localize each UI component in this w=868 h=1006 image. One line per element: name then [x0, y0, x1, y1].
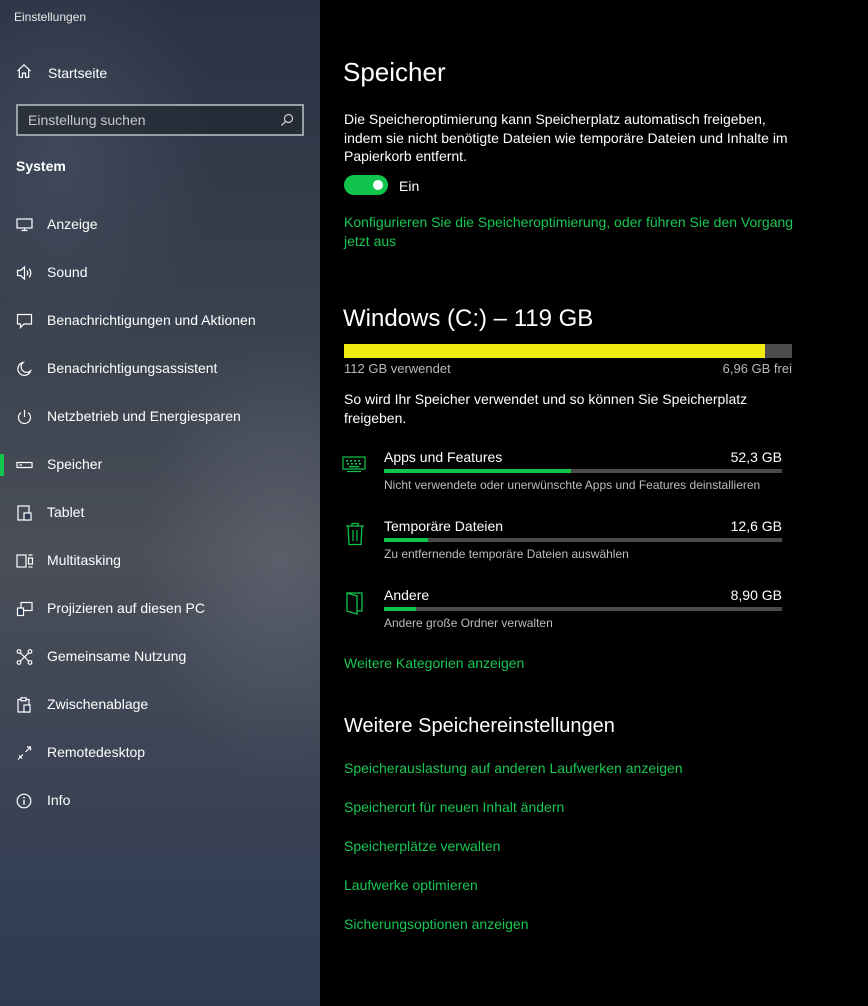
main-content: Speicher Die Speicheroptimierung kann Sp…: [320, 0, 868, 1006]
category-apps[interactable]: Apps und Features 52,3 GB Nicht verwende…: [342, 449, 782, 509]
category-usage-bar: [384, 607, 782, 611]
sidebar-item-remotedesktop[interactable]: Remotedesktop: [0, 729, 320, 777]
sidebar-item-label: Zwischenablage: [47, 696, 149, 712]
apps-keyboard-icon: [342, 455, 366, 478]
sidebar-item-gemeinsame-nutzung[interactable]: Gemeinsame Nutzung: [0, 633, 320, 681]
category-size: 52,3 GB: [730, 449, 782, 465]
optimize-drives-link[interactable]: Laufwerke optimieren: [344, 877, 683, 916]
drive-title: Windows (C:) – 119 GB: [343, 305, 594, 332]
sidebar-item-benachrichtigungsassistent[interactable]: Benachrichtigungsassistent: [0, 345, 320, 393]
sidebar-item-label: Info: [47, 792, 71, 808]
storage-sense-description: Die Speicheroptimierung kann Speicherpla…: [344, 111, 788, 164]
sidebar-item-label: Benachrichtigungsassistent: [47, 360, 218, 376]
sidebar-item-label: Sound: [47, 264, 88, 280]
sidebar-item-sound[interactable]: Sound: [0, 249, 320, 297]
configure-storage-sense-link[interactable]: Konfigurieren Sie die Speicheroptimierun…: [344, 213, 804, 250]
sidebar-item-tablet[interactable]: Tablet: [0, 489, 320, 537]
backup-options-link[interactable]: Sicherungsoptionen anzeigen: [344, 916, 683, 955]
moon-icon: [16, 361, 34, 377]
manage-storage-spaces-link[interactable]: Speicherplätze verwalten: [344, 838, 683, 877]
sidebar-item-label: Projizieren auf diesen PC: [47, 600, 205, 616]
storage-other-drives-link[interactable]: Speicherauslastung auf anderen Laufwerke…: [344, 760, 683, 799]
home-icon: [16, 63, 32, 84]
sidebar-item-label: Gemeinsame Nutzung: [47, 648, 187, 664]
category-usage-fill: [384, 469, 572, 473]
remote-desktop-icon: [16, 745, 34, 761]
monitor-icon: [16, 217, 34, 233]
trash-icon: [345, 522, 365, 551]
sidebar-item-speicher[interactable]: Speicher: [0, 441, 320, 489]
sidebar: Einstellungen Startseite System Anzeige …: [0, 0, 320, 1006]
folder-icon: [345, 591, 365, 622]
change-save-location-link[interactable]: Speicherort für neuen Inhalt ändern: [344, 799, 683, 838]
drive-usage-fill: [344, 344, 766, 358]
window-title: Einstellungen: [14, 10, 87, 24]
search-icon[interactable]: [280, 113, 294, 132]
drive-used-label: 112 GB verwendet: [344, 361, 451, 376]
sidebar-item-label: Anzeige: [47, 216, 98, 232]
sidebar-item-label: Speicher: [47, 456, 103, 472]
category-size: 12,6 GB: [730, 518, 782, 534]
category-name: Temporäre Dateien: [384, 518, 504, 534]
show-more-categories-link[interactable]: Weitere Kategorien anzeigen: [344, 655, 524, 671]
usage-intro-text: So wird Ihr Speicher verwendet und so kö…: [344, 391, 748, 426]
power-icon: [16, 409, 34, 425]
category-usage-bar: [384, 469, 782, 473]
category-name: Andere: [384, 587, 430, 603]
sidebar-item-label: Multitasking: [47, 552, 121, 568]
project-icon: [16, 601, 34, 617]
sidebar-item-label: Tablet: [47, 504, 85, 520]
sidebar-item-label: Netzbetrieb und Energiesparen: [47, 408, 241, 424]
drive-free-label: 6,96 GB frei: [722, 361, 792, 376]
category-description: Zu entfernende temporäre Dateien auswähl…: [384, 547, 629, 561]
category-usage-fill: [384, 538, 428, 542]
category-usage-fill: [384, 607, 416, 611]
clipboard-icon: [16, 697, 34, 713]
tablet-icon: [16, 505, 34, 521]
storage-icon: [16, 457, 34, 473]
page-title: Speicher: [343, 57, 446, 87]
speaker-icon: [16, 265, 34, 281]
category-temp-files[interactable]: Temporäre Dateien 12,6 GB Zu entfernende…: [342, 518, 782, 578]
category-other[interactable]: Andere 8,90 GB Andere große Ordner verwa…: [342, 587, 782, 647]
sidebar-item-anzeige[interactable]: Anzeige: [0, 201, 320, 249]
search-input[interactable]: [18, 106, 278, 134]
sidebar-nav: Anzeige Sound Benachrichtigungen und Akt…: [0, 201, 320, 825]
sidebar-item-projizieren[interactable]: Projizieren auf diesen PC: [0, 585, 320, 633]
multitasking-icon: [16, 553, 34, 569]
notification-icon: [16, 313, 34, 329]
storage-sense-toggle[interactable]: [344, 175, 388, 195]
toggle-knob: [373, 180, 383, 190]
category-usage-bar: [384, 538, 782, 542]
more-storage-settings-links: Speicherauslastung auf anderen Laufwerke…: [344, 760, 683, 955]
section-title: System: [16, 158, 66, 174]
sidebar-item-label: Remotedesktop: [47, 744, 146, 760]
sidebar-item-label: Benachrichtigungen und Aktionen: [47, 312, 256, 328]
home-label: Startseite: [48, 65, 108, 81]
category-size: 8,90 GB: [730, 587, 782, 603]
category-description: Nicht verwendete oder unerwünschte Apps …: [384, 478, 761, 492]
drive-usage-bar: [344, 344, 792, 358]
sidebar-item-netzbetrieb[interactable]: Netzbetrieb und Energiesparen: [0, 393, 320, 441]
sidebar-item-multitasking[interactable]: Multitasking: [0, 537, 320, 585]
sidebar-item-benachrichtigungen[interactable]: Benachrichtigungen und Aktionen: [0, 297, 320, 345]
sidebar-item-zwischenablage[interactable]: Zwischenablage: [0, 681, 320, 729]
share-icon: [16, 649, 34, 665]
category-description: Andere große Ordner verwalten: [384, 616, 553, 630]
home-nav-item[interactable]: Startseite: [16, 62, 107, 84]
category-name: Apps und Features: [384, 449, 503, 465]
more-storage-settings-title: Weitere Speichereinstellungen: [344, 715, 615, 737]
toggle-state-label: Ein: [399, 178, 420, 194]
sidebar-item-info[interactable]: Info: [0, 777, 320, 825]
search-box[interactable]: [16, 104, 304, 136]
info-icon: [16, 793, 34, 809]
